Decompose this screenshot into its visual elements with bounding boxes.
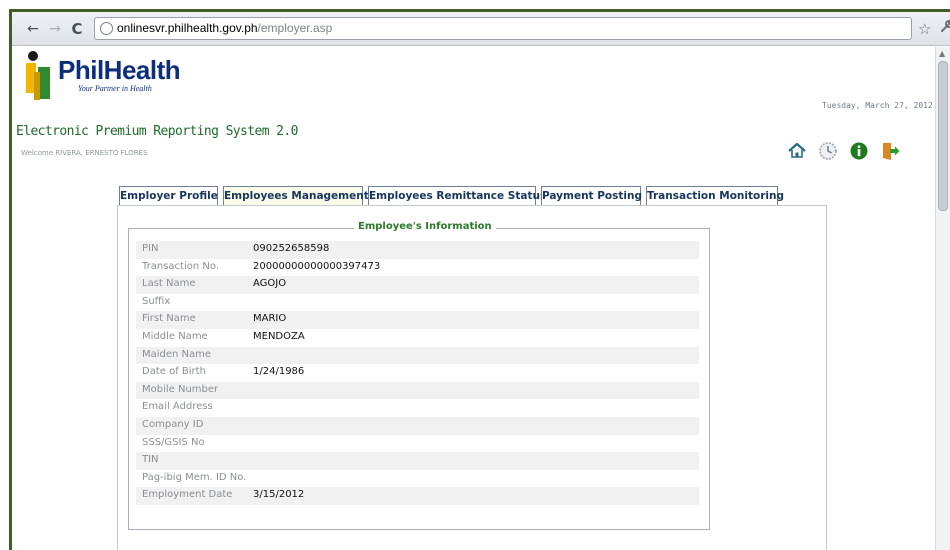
tab-employees-remittance-status[interactable]: Employees Remittance Status bbox=[368, 186, 546, 206]
field-label: SSS/GSIS No bbox=[142, 436, 205, 448]
bookmark-star-icon[interactable]: ☆ bbox=[918, 20, 931, 38]
field-value: 1/24/1986 bbox=[253, 366, 305, 378]
field-label: Employment Date bbox=[142, 489, 233, 501]
tab-transaction-monitoring[interactable]: Transaction Monitoring bbox=[646, 186, 784, 206]
field-label: Suffix bbox=[142, 295, 171, 307]
table-row: Email Address bbox=[136, 399, 699, 417]
field-value: MARIO bbox=[253, 313, 287, 325]
page-scrollbar[interactable]: ▲ bbox=[935, 47, 950, 550]
table-row: First Name MARIO bbox=[136, 311, 699, 329]
field-label: Pag-ibig Mem. ID No. bbox=[142, 471, 247, 483]
field-label: Mobile Number bbox=[142, 383, 219, 395]
employee-info-legend: Employee's Information bbox=[354, 221, 496, 232]
table-row: Company ID bbox=[136, 416, 699, 435]
field-label: Company ID bbox=[142, 418, 204, 430]
info-icon[interactable] bbox=[848, 140, 870, 162]
employee-info-table: PIN 090252658598 Transaction No. 2000000000… bbox=[136, 241, 699, 505]
field-label: TIN bbox=[142, 454, 159, 466]
scroll-thumb[interactable] bbox=[938, 61, 948, 211]
field-value: 20000000000000397473 bbox=[253, 260, 381, 272]
scroll-up-icon[interactable]: ▲ bbox=[939, 49, 945, 58]
field-value: 3/15/2012 bbox=[253, 489, 305, 501]
philhealth-logo-mark bbox=[26, 51, 50, 100]
table-row: Transaction No. 20000000000000397473 bbox=[136, 259, 699, 277]
logout-icon[interactable] bbox=[879, 140, 901, 162]
welcome-message: Welcome RIVERA, ERNESTO FLORES bbox=[21, 149, 148, 157]
table-row: Date of Birth 1/24/1986 bbox=[136, 364, 699, 382]
current-date: Tuesday, March 27, 2012 bbox=[822, 101, 933, 110]
field-value: AGOJO bbox=[253, 278, 287, 290]
tab-employees-management[interactable]: Employees Management bbox=[223, 186, 369, 206]
field-value: 090252658598 bbox=[253, 243, 330, 254]
field-label: Middle Name bbox=[142, 330, 208, 342]
wrench-icon-graphic bbox=[941, 19, 950, 32]
field-label: Maiden Name bbox=[142, 348, 212, 360]
field-label: Last Name bbox=[142, 278, 196, 290]
back-icon[interactable]: ← bbox=[24, 20, 42, 38]
tab-employer-profile[interactable]: Employer Profile bbox=[119, 186, 218, 206]
table-row: Pag-ibig Mem. ID No. bbox=[136, 470, 699, 488]
logo-text: PhilHealth bbox=[58, 55, 181, 85]
clock-icon[interactable] bbox=[817, 140, 839, 162]
url-host: onlinesvr.philhealth.gov.ph bbox=[117, 21, 258, 35]
field-label: Email Address bbox=[142, 401, 213, 413]
tab-payment-posting[interactable]: Payment Posting bbox=[541, 186, 642, 206]
logo-tagline: Your Partner in Health bbox=[78, 84, 152, 93]
philhealth-logo[interactable]: PhilHealth Your Partner in Health bbox=[24, 50, 184, 102]
table-row: TIN bbox=[136, 452, 699, 470]
table-row: Middle Name MENDOZA bbox=[136, 329, 699, 347]
field-label: PIN bbox=[142, 243, 159, 254]
wrench-icon[interactable] bbox=[940, 18, 950, 37]
table-row: Employment Date 3/15/2012 bbox=[136, 487, 699, 505]
address-bar[interactable]: onlinesvr.philhealth.gov.ph/employer.asp bbox=[94, 17, 912, 40]
field-label: Date of Birth bbox=[142, 366, 206, 378]
field-label: First Name bbox=[142, 313, 196, 325]
table-row: SSS/GSIS No bbox=[136, 435, 699, 453]
forward-icon[interactable]: → bbox=[46, 20, 64, 38]
table-row: Mobile Number bbox=[136, 381, 699, 400]
home-icon[interactable] bbox=[786, 140, 808, 162]
globe-icon bbox=[100, 22, 113, 35]
reload-icon[interactable]: C bbox=[68, 20, 86, 38]
browser-toolbar: ← → C onlinesvr.philhealth.gov.ph/employ… bbox=[12, 12, 950, 46]
table-row: Last Name AGOJO bbox=[136, 276, 699, 294]
field-value: MENDOZA bbox=[253, 330, 305, 342]
url-path: /employer.asp bbox=[257, 21, 333, 35]
table-row: Suffix bbox=[136, 294, 699, 312]
field-label: Transaction No. bbox=[142, 260, 219, 272]
system-title: Electronic Premium Reporting System 2.0 bbox=[16, 124, 298, 139]
table-row: PIN 090252658598 bbox=[136, 241, 699, 259]
table-row: Maiden Name bbox=[136, 346, 699, 365]
